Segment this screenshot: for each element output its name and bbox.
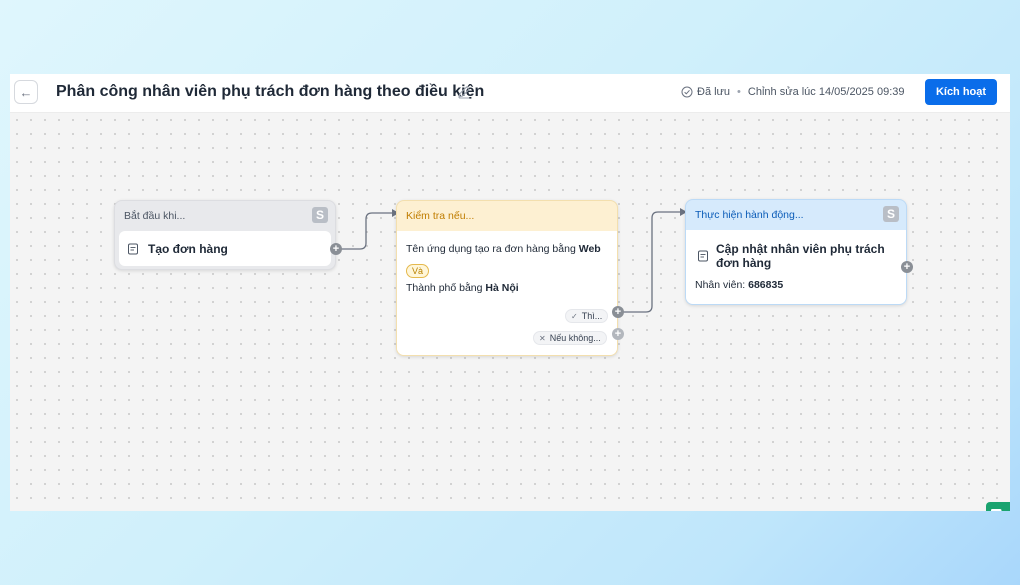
trigger-node-header: Bắt đầu khi... — [124, 210, 186, 222]
x-icon: ✕ — [539, 333, 546, 343]
branch-false-pill[interactable]: ✕ Nếu không... — [533, 331, 607, 345]
back-button[interactable]: ← — [14, 80, 38, 104]
page-title: Phân công nhân viên phụ trách đơn hàng t… — [56, 83, 485, 100]
action-node[interactable]: Thực hiện hành động... S Cập nhật nhân v… — [685, 199, 907, 305]
editor-header: ← Phân công nhân viên phụ trách đơn hàng… — [10, 74, 1010, 113]
check-circle-icon — [681, 86, 693, 98]
saved-label: Đã lưu — [697, 86, 731, 98]
save-status: Đã lưu • Chỉnh sửa lúc 14/05/2025 09:39 — [681, 86, 905, 98]
action-node-body[interactable]: Cập nhật nhân viên phụ trách đơn hàng Nh… — [686, 230, 906, 304]
arrow-left-icon: ← — [19, 84, 33, 100]
s-logo-icon: S — [312, 207, 328, 223]
edge-trigger-to-condition — [336, 212, 392, 250]
add-step-button-false[interactable]: + — [612, 328, 624, 340]
activate-button[interactable]: Kích hoạt — [925, 79, 997, 105]
separator-dot: • — [737, 86, 741, 98]
and-operator-badge: Và — [406, 264, 430, 278]
plus-icon: + — [332, 242, 340, 255]
chat-icon — [991, 509, 1002, 511]
s-logo-icon: S — [883, 206, 899, 222]
plus-icon: + — [614, 327, 622, 340]
check-icon: ✓ — [571, 311, 578, 321]
condition-node-body[interactable]: Tên ứng dụng tạo ra đơn hàng bằng Web Và… — [397, 231, 617, 355]
trigger-label: Tạo đơn hàng — [148, 241, 228, 256]
add-step-button-true[interactable]: + — [612, 306, 624, 318]
action-node-header: Thực hiện hành động... — [695, 209, 804, 221]
trigger-node[interactable]: Bắt đầu khi... S Tạo đơn hàng — [114, 200, 336, 270]
plus-icon: + — [614, 305, 622, 318]
chat-support-button[interactable] — [986, 502, 1010, 511]
workflow-editor: ← Phân công nhân viên phụ trách đơn hàng… — [10, 74, 1010, 511]
workflow-canvas[interactable]: Bắt đầu khi... S Tạo đơn hàng + Kiểm tra… — [10, 113, 1010, 511]
condition-node-header: Kiểm tra nếu... — [406, 210, 475, 222]
branch-true-pill[interactable]: ✓ Thì... — [565, 309, 609, 323]
add-step-button-trigger[interactable]: + — [330, 243, 342, 255]
pencil-icon[interactable] — [457, 85, 471, 99]
condition-2: Thành phố bằng Hà Nội — [406, 282, 519, 294]
edge-condition-to-action — [618, 211, 680, 313]
condition-1: Tên ứng dụng tạo ra đơn hàng bằng Web — [406, 243, 601, 255]
document-icon — [698, 250, 708, 262]
trigger-node-body[interactable]: Tạo đơn hàng — [119, 231, 331, 266]
add-step-button-action[interactable]: + — [901, 261, 913, 273]
edited-time: Chỉnh sửa lúc 14/05/2025 09:39 — [747, 86, 905, 98]
condition-node[interactable]: Kiểm tra nếu... Tên ứng dụng tạo ra đơn … — [396, 200, 618, 356]
action-title: Cập nhật nhân viên phụ trách đơn hàng — [716, 242, 885, 270]
action-detail: Nhân viên: 686835 — [695, 279, 784, 291]
plus-icon: + — [903, 260, 911, 273]
document-icon — [128, 243, 138, 254]
